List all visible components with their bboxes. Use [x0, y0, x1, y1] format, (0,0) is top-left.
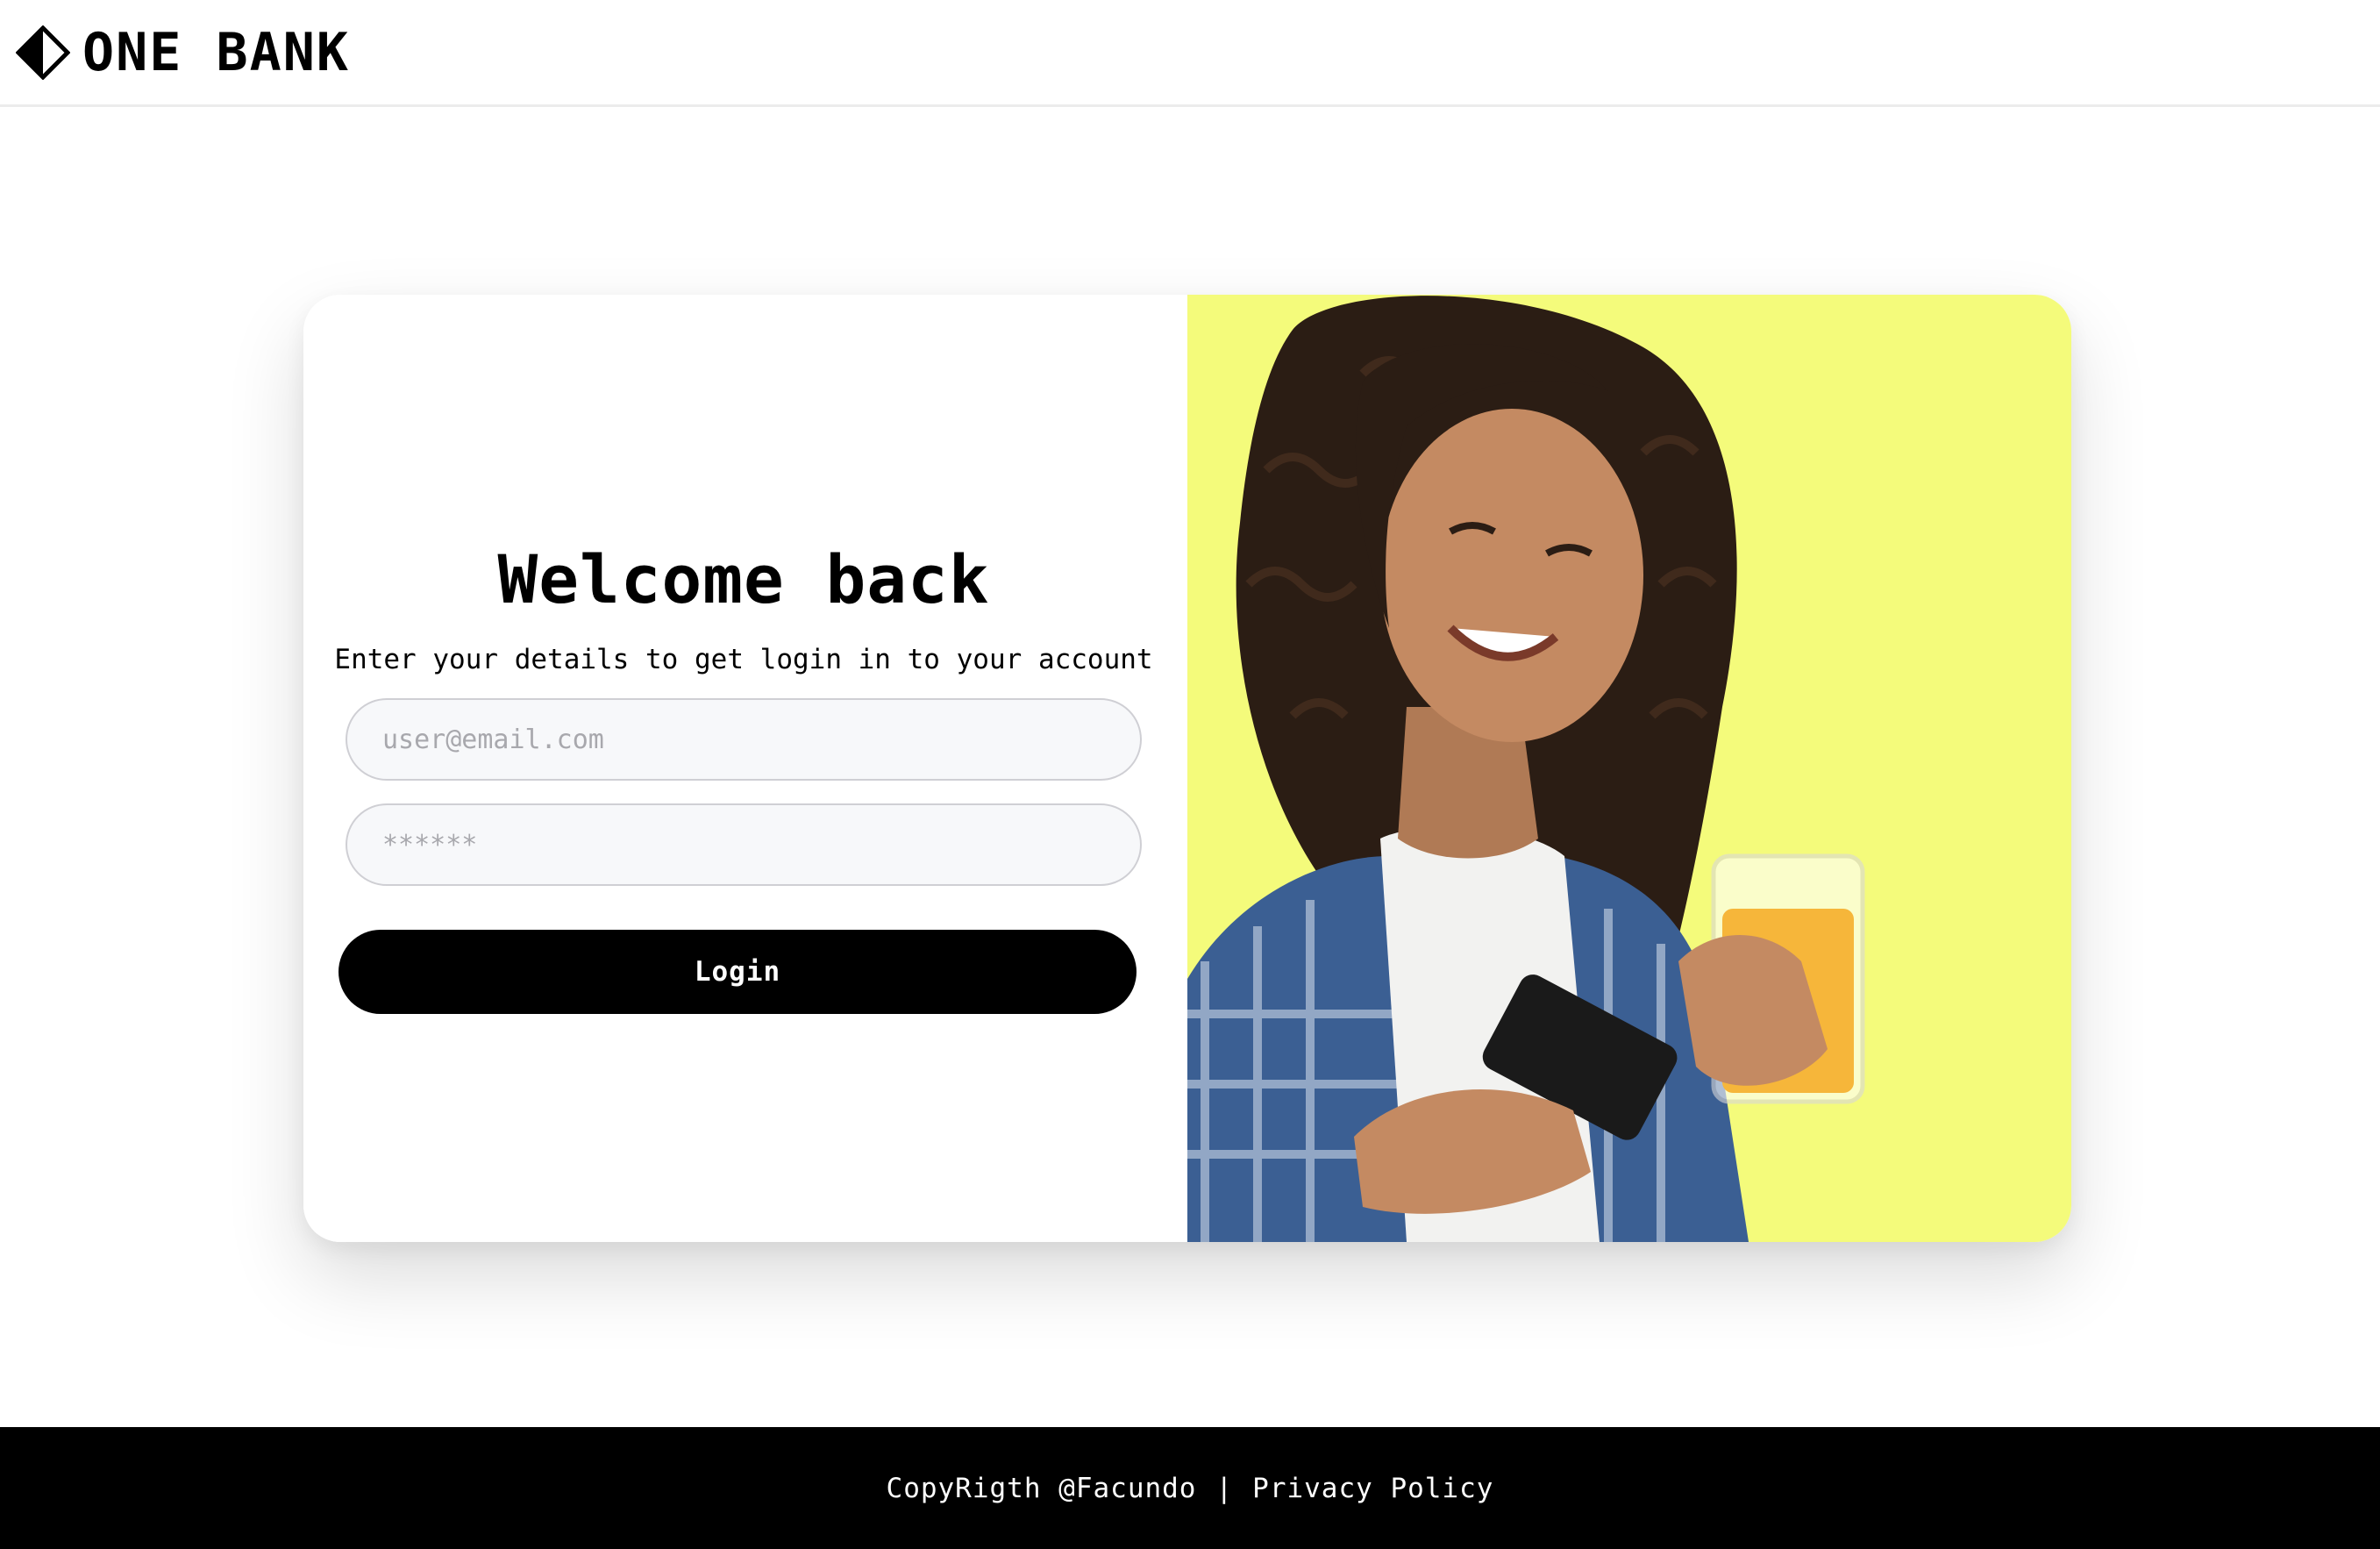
page-title: Welcome back [497, 539, 990, 618]
login-card: Welcome back Enter your details to get l… [303, 295, 2071, 1242]
login-form-panel: Welcome back Enter your details to get l… [303, 295, 1187, 1242]
password-field[interactable] [346, 803, 1142, 886]
brand-name: ONE BANK [82, 21, 350, 83]
diamond-half-icon [16, 25, 70, 80]
email-field[interactable] [346, 698, 1142, 781]
hero-illustration [1187, 296, 1865, 1242]
hero-photo [1187, 295, 2071, 1242]
login-subtitle: Enter your details to get login in to yo… [334, 644, 1153, 675]
footer-separator: | [1215, 1472, 1234, 1504]
privacy-policy-link[interactable]: Privacy Policy [1252, 1473, 1493, 1504]
top-navbar: ONE BANK [0, 0, 2380, 107]
copyright-text: CopyRigth @Facundo [886, 1472, 1197, 1504]
login-button[interactable]: Login [338, 930, 1137, 1014]
footer: CopyRigth @Facundo | Privacy Policy [0, 1427, 2380, 1549]
brand-logo[interactable]: ONE BANK [16, 25, 350, 80]
